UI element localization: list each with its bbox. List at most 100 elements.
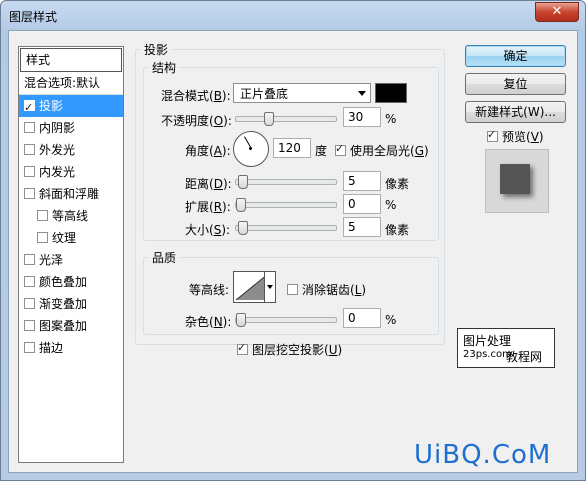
style-item-label: 投影	[39, 99, 64, 113]
style-list-item[interactable]: 投影	[19, 95, 123, 119]
style-item-label: 内阴影	[39, 121, 76, 135]
style-list-item[interactable]: 颜色叠加	[19, 271, 123, 293]
antialias-checkbox-row[interactable]: 消除锯齿(L)	[287, 281, 366, 298]
spread-label: 扩展(R):	[185, 200, 231, 214]
antialias-checkbox[interactable]	[287, 284, 298, 295]
size-unit: 像素	[385, 223, 410, 237]
style-list-item[interactable]: 内发光	[19, 161, 123, 183]
size-input[interactable]: 5	[343, 217, 381, 237]
opacity-percent: %	[385, 112, 397, 126]
style-item-checkbox[interactable]	[24, 298, 35, 309]
style-list-item[interactable]: 纹理	[19, 227, 123, 249]
global-light-checkbox-row[interactable]: 使用全局光(G)	[335, 142, 429, 159]
quality-title: 品质	[149, 249, 180, 266]
style-list-item[interactable]: 外发光	[19, 139, 123, 161]
opacity-slider-handle[interactable]	[263, 112, 274, 126]
style-item-checkbox[interactable]	[24, 97, 35, 119]
preview-checkbox[interactable]	[487, 128, 498, 142]
style-item-checkbox[interactable]	[24, 166, 35, 177]
title-bar: 图层样式 ✕	[1, 1, 585, 31]
close-icon: ✕	[551, 4, 563, 19]
style-item-label: 内发光	[39, 165, 76, 179]
style-item-checkbox[interactable]	[24, 188, 35, 199]
style-item-checkbox[interactable]	[24, 122, 35, 133]
global-light-checkbox[interactable]	[335, 142, 346, 156]
styles-list: 样式 混合选项:默认投影内阴影外发光内发光斜面和浮雕等高线纹理光泽颜色叠加渐变叠…	[18, 46, 124, 463]
site-watermark: UiBQ.CoM	[414, 440, 552, 470]
angle-input[interactable]: 120	[273, 138, 311, 158]
styles-items: 混合选项:默认投影内阴影外发光内发光斜面和浮雕等高线纹理光泽颜色叠加渐变叠加图案…	[19, 72, 123, 359]
style-item-checkbox[interactable]	[24, 276, 35, 287]
shadow-color-swatch[interactable]	[375, 83, 407, 103]
chevron-down-icon	[358, 91, 366, 96]
style-item-checkbox[interactable]	[24, 254, 35, 265]
contour-dropdown[interactable]	[264, 271, 276, 303]
noise-slider[interactable]	[235, 313, 337, 327]
style-item-label: 纹理	[52, 231, 77, 245]
distance-label: 距离(D):	[185, 177, 232, 191]
style-item-checkbox[interactable]	[24, 320, 35, 331]
spread-slider[interactable]	[235, 198, 337, 212]
chevron-down-icon	[267, 285, 273, 289]
opacity-slider[interactable]	[235, 112, 337, 126]
watermark-line2: 23ps.com	[463, 349, 512, 360]
style-item-checkbox[interactable]	[24, 342, 35, 353]
distance-input[interactable]: 5	[343, 171, 381, 191]
style-list-item[interactable]: 渐变叠加	[19, 293, 123, 315]
angle-center	[249, 147, 252, 150]
style-list-item[interactable]: 等高线	[19, 205, 123, 227]
preview-swatch	[500, 164, 530, 194]
blend-mode-select[interactable]: 正片叠底	[233, 83, 371, 103]
opacity-label: 不透明度(O):	[161, 114, 232, 128]
style-item-label: 等高线	[52, 209, 89, 223]
spread-percent: %	[385, 198, 397, 212]
blend-mode-label: 混合模式(B):	[161, 89, 231, 103]
size-slider[interactable]	[235, 221, 337, 235]
noise-slider-handle[interactable]	[236, 313, 246, 327]
noise-label: 杂色(N):	[185, 315, 232, 329]
angle-label: 角度(A):	[185, 144, 231, 158]
style-item-checkbox[interactable]	[24, 144, 35, 155]
reset-button[interactable]: 复位	[465, 73, 566, 95]
blend-mode-value: 正片叠底	[240, 87, 289, 101]
style-item-checkbox[interactable]	[37, 210, 48, 221]
angle-degree-unit: 度	[315, 144, 328, 158]
knockout-checkbox[interactable]	[237, 341, 248, 355]
style-list-item[interactable]: 混合选项:默认	[19, 72, 123, 95]
style-item-checkbox[interactable]	[37, 232, 48, 243]
dialog-client-area: 样式 混合选项:默认投影内阴影外发光内发光斜面和浮雕等高线纹理光泽颜色叠加渐变叠…	[8, 30, 578, 473]
size-label: 大小(S):	[185, 223, 231, 237]
noise-percent: %	[385, 313, 397, 327]
opacity-input[interactable]: 30	[343, 107, 381, 127]
watermark-line1: 图片处理	[463, 334, 512, 348]
distance-unit: 像素	[385, 177, 410, 191]
spread-input[interactable]: 0	[343, 194, 381, 214]
style-item-label: 渐变叠加	[39, 297, 88, 311]
distance-slider[interactable]	[235, 175, 337, 189]
close-button[interactable]: ✕	[535, 2, 579, 22]
structure-title: 结构	[149, 59, 180, 76]
style-item-label: 外发光	[39, 143, 76, 157]
preview-checkbox-row[interactable]: 预览(V)	[487, 128, 544, 145]
angle-dial[interactable]	[233, 131, 269, 167]
style-list-item[interactable]: 图案叠加	[19, 315, 123, 337]
style-preview	[485, 149, 549, 213]
spread-slider-handle[interactable]	[236, 198, 246, 212]
style-item-label: 光泽	[39, 253, 64, 267]
style-list-item[interactable]: 描边	[19, 337, 123, 359]
style-item-label: 描边	[39, 341, 64, 355]
knockout-checkbox-row[interactable]: 图层挖空投影(U)	[237, 341, 342, 358]
noise-input[interactable]: 0	[343, 308, 381, 328]
ok-button[interactable]: 确定	[465, 45, 566, 67]
new-style-button[interactable]: 新建样式(W)...	[465, 101, 566, 123]
distance-slider-handle[interactable]	[238, 175, 248, 189]
size-slider-handle[interactable]	[238, 221, 248, 235]
style-list-item[interactable]: 内阴影	[19, 117, 123, 139]
watermark-box: 图片处理 23ps.com 教程网	[457, 328, 555, 368]
style-list-item[interactable]: 光泽	[19, 249, 123, 271]
style-list-item[interactable]: 斜面和浮雕	[19, 183, 123, 205]
styles-list-header: 样式	[20, 48, 122, 72]
drop-shadow-title: 投影	[141, 41, 172, 58]
style-item-label: 颜色叠加	[39, 275, 88, 289]
window-title: 图层样式	[9, 10, 58, 24]
